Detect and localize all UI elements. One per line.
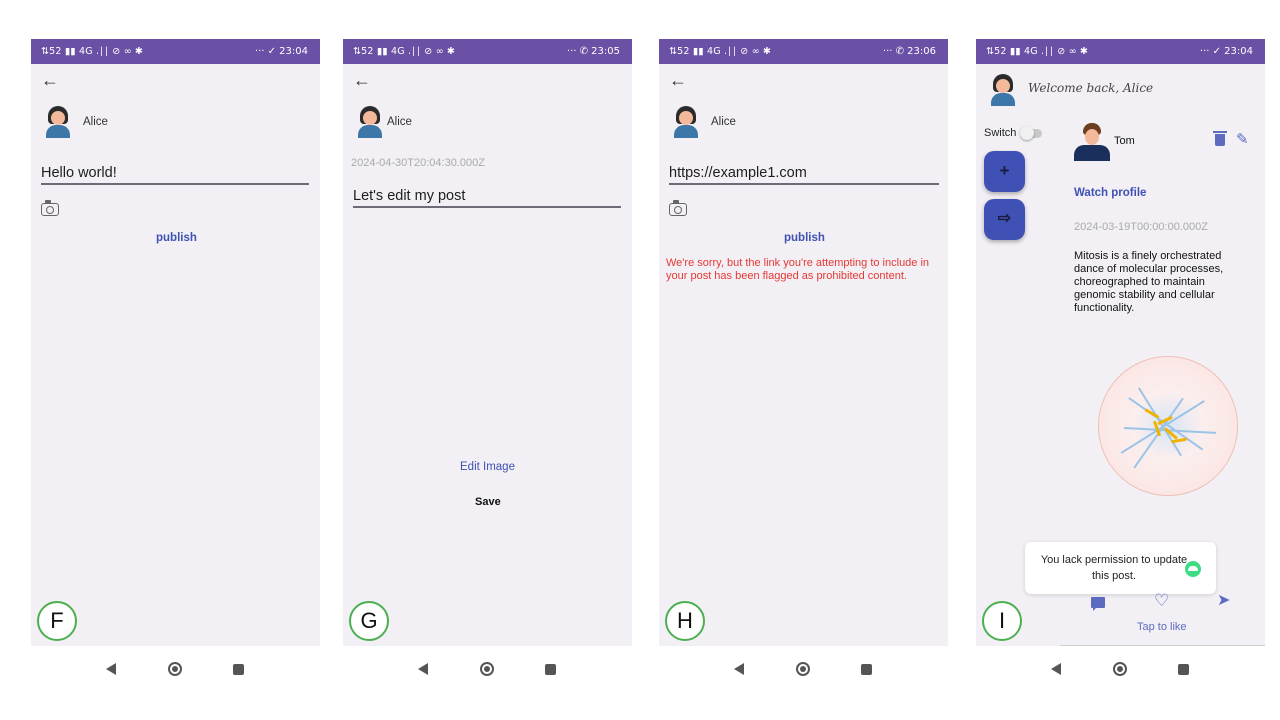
username: Alice [387,116,412,128]
android-nav-bar [659,646,948,686]
back-arrow-icon[interactable]: ← [41,70,59,91]
app-logo-icon [1185,561,1201,577]
phone-panel-i: ⇅52 ▮▮ 4G .∣∣ ⊘ ∞ ✱ ··· ✓ 23:04 Welcome … [976,39,1265,686]
nav-home-icon[interactable] [796,662,810,676]
back-arrow-icon[interactable]: ← [353,70,371,91]
edit-image-button[interactable]: Edit Image [460,461,515,473]
publish-button[interactable]: publish [784,232,825,244]
post-link-input[interactable]: https://example1.com [669,165,807,181]
input-underline [41,183,309,185]
post-timestamp: 2024-03-19T00:00:00.000Z [1074,221,1208,233]
add-post-button[interactable]: + [984,151,1025,192]
tap-to-like-label[interactable]: Tap to like [1137,621,1187,633]
nav-back-icon[interactable] [1051,663,1061,675]
phone-panel-g: ⇅52 ▮▮ 4G .∣∣ ⊘ ∞ ✱ ··· ✆ 23:05 ← Alice … [343,39,632,686]
status-bar: ⇅52 ▮▮ 4G .∣∣ ⊘ ∞ ✱ ··· ✆ 23:05 [343,39,632,64]
status-bar: ⇅52 ▮▮ 4G .∣∣ ⊘ ∞ ✱ ··· ✓ 23:04 [31,39,320,64]
back-arrow-icon[interactable]: ← [669,70,687,91]
nav-back-icon[interactable] [418,663,428,675]
username: Alice [83,116,108,128]
logout-button[interactable]: ⇨ [984,199,1025,240]
nav-recents-icon[interactable] [1178,664,1189,675]
input-underline [353,206,621,208]
post-text-input[interactable]: Hello world! [41,165,117,181]
edit-post-input[interactable]: Let's edit my post [353,188,465,204]
phone-panel-h: ⇅52 ▮▮ 4G .∣∣ ⊘ ∞ ✱ ··· ✆ 23:06 ← Alice … [659,39,948,686]
user-avatar [357,106,383,138]
status-icons: ⇅52 ▮▮ 4G .∣∣ ⊘ ∞ ✱ [41,46,144,57]
post-author-name: Tom [1114,135,1135,147]
input-underline [669,183,939,185]
android-nav-bar [343,646,632,686]
panel-label-tag: H [665,601,705,641]
status-clock: ··· ✓ 23:04 [254,46,308,57]
post-timestamp: 2024-04-30T20:04:30.000Z [351,157,485,169]
app-screen: ← Alice https://example1.com publish We'… [659,64,948,646]
username: Alice [711,116,736,128]
nav-home-icon[interactable] [1113,662,1127,676]
switch-thumb[interactable] [1020,126,1034,140]
comment-icon[interactable] [1091,597,1105,611]
permission-toast: You lack permission to update this post. [1025,542,1216,594]
mitosis-image [1098,356,1238,496]
welcome-message: Welcome back, Alice [1028,81,1154,95]
status-icons: ⇅52 ▮▮ 4G .∣∣ ⊘ ∞ ✱ [986,46,1089,57]
app-screen: ← Alice 2024-04-30T20:04:30.000Z Let's e… [343,64,632,646]
nav-back-icon[interactable] [734,663,744,675]
save-button[interactable]: Save [475,496,501,508]
status-icons: ⇅52 ▮▮ 4G .∣∣ ⊘ ∞ ✱ [353,46,456,57]
user-avatar [673,106,699,138]
nav-home-icon[interactable] [480,662,494,676]
nav-back-icon[interactable] [106,663,116,675]
toast-message: You lack permission to update this post. [1040,554,1188,582]
watch-profile-link[interactable]: Watch profile [1074,187,1146,199]
status-icons: ⇅52 ▮▮ 4G .∣∣ ⊘ ∞ ✱ [669,46,772,57]
status-clock: ··· ✆ 23:05 [566,46,620,57]
error-message: We're sorry, but the link you're attempt… [666,257,930,282]
camera-icon[interactable] [41,200,59,216]
status-bar: ⇅52 ▮▮ 4G .∣∣ ⊘ ∞ ✱ ··· ✓ 23:04 [976,39,1265,64]
phone-panel-f: ⇅52 ▮▮ 4G .∣∣ ⊘ ∞ ✱ ··· ✓ 23:04 ← Alice … [31,39,320,686]
switch-label: Switch [984,127,1017,139]
panel-label-tag: F [37,601,77,641]
nav-recents-icon[interactable] [233,664,244,675]
post-body: Mitosis is a finely orchestrated dance o… [1074,250,1224,314]
status-clock: ··· ✓ 23:04 [1199,46,1253,57]
nav-home-icon[interactable] [168,662,182,676]
post-author-avatar [1074,123,1110,161]
current-user-avatar [990,74,1016,106]
status-bar: ⇅52 ▮▮ 4G .∣∣ ⊘ ∞ ✱ ··· ✆ 23:06 [659,39,948,64]
heart-icon[interactable]: ♡ [1154,591,1169,611]
app-screen: ← Alice Hello world! publish [31,64,320,646]
nav-recents-icon[interactable] [545,664,556,675]
pencil-icon[interactable]: ✎ [1236,130,1249,148]
panel-label-tag: G [349,601,389,641]
panel-label-tag: I [982,601,1022,641]
share-icon[interactable]: ➤ [1217,590,1230,610]
trash-icon[interactable] [1213,131,1227,146]
camera-icon[interactable] [669,200,687,216]
app-screen: Welcome back, Alice Switch + ⇨ Tom ✎ Wat… [976,64,1265,646]
status-clock: ··· ✆ 23:06 [882,46,936,57]
publish-button[interactable]: publish [156,232,197,244]
android-nav-bar [976,646,1265,686]
user-avatar [45,106,71,138]
android-nav-bar [31,646,320,686]
nav-recents-icon[interactable] [861,664,872,675]
